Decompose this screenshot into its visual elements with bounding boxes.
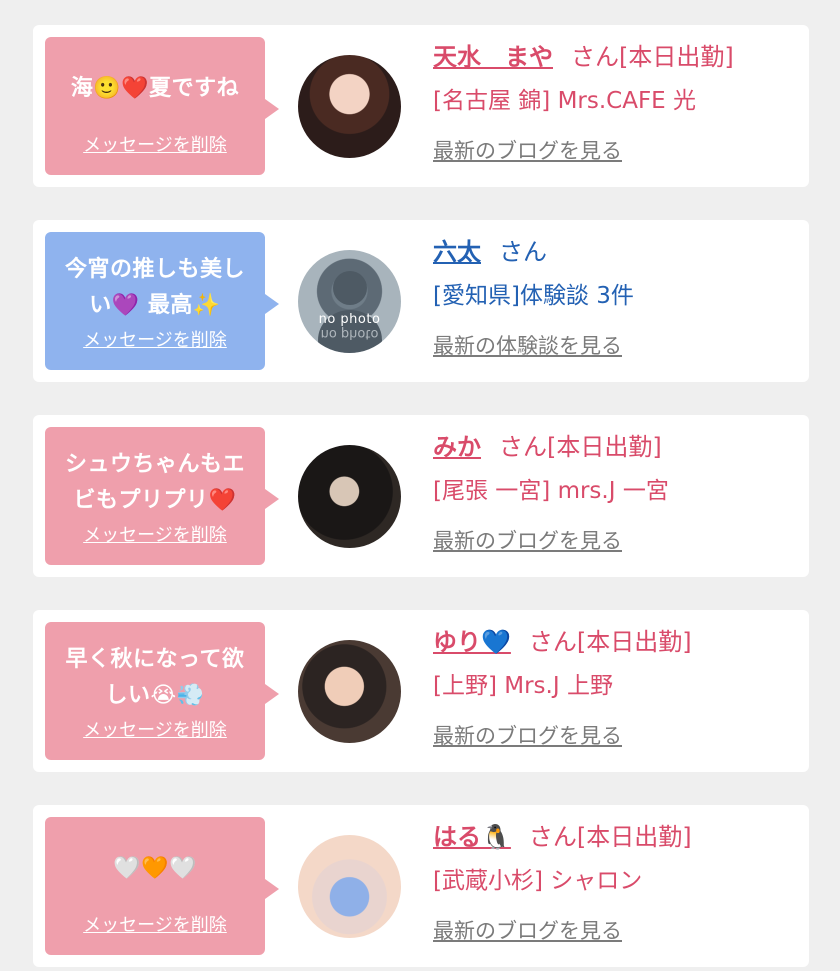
delete-message-link[interactable]: メッセージを削除	[45, 131, 265, 157]
message-text: 海🙂❤️夏ですね	[51, 71, 259, 107]
message-line: 🤍🧡🤍	[113, 856, 197, 881]
message-text: 今宵の推しも美し い💜 最高✨	[51, 252, 259, 324]
delete-message-link[interactable]: メッセージを削除	[45, 716, 265, 742]
latest-blog-link[interactable]: 最新のブログを見る	[433, 720, 799, 750]
avatar[interactable]	[298, 445, 401, 548]
area-review-count: [愛知県]体験談 3件	[433, 283, 634, 309]
message-card: 早く秋になって欲 しい😭💨 メッセージを削除 ゆり💙 さん[本日出勤] [上野] …	[33, 610, 809, 772]
profile-name-link[interactable]: 六太	[433, 238, 481, 266]
honorific-status: さん[本日出勤]	[571, 43, 734, 71]
name-line: 天水 まや さん[本日出勤]	[433, 35, 799, 79]
message-line: 今宵の推しも美し	[64, 257, 245, 282]
no-photo-reflection: no photo	[320, 326, 379, 341]
profile-info: 天水 まや さん[本日出勤] [名古屋 錦] Mrs.CAFE 光 最新のブログを…	[433, 35, 799, 165]
honorific-status: さん[本日出勤]	[528, 628, 692, 656]
avatar-no-photo[interactable]: no photo no photo	[298, 250, 401, 353]
message-list: 海🙂❤️夏ですね メッセージを削除 天水 まや さん[本日出勤] [名古屋 錦] …	[0, 0, 840, 971]
message-card: 海🙂❤️夏ですね メッセージを削除 天水 まや さん[本日出勤] [名古屋 錦] …	[33, 25, 809, 187]
profile-name-link[interactable]: はる🐧	[433, 823, 511, 851]
shop-label: [武蔵小杉] シャロン	[433, 868, 643, 894]
message-text: 早く秋になって欲 しい😭💨	[51, 642, 259, 714]
message-bubble: 今宵の推しも美し い💜 最高✨ メッセージを削除	[45, 232, 279, 370]
name-line: みか さん[本日出勤]	[433, 425, 799, 469]
message-bubble: 早く秋になって欲 しい😭💨 メッセージを削除	[45, 622, 279, 760]
avatar[interactable]	[298, 835, 401, 938]
avatar[interactable]	[298, 55, 401, 158]
latest-blog-link[interactable]: 最新のブログを見る	[433, 915, 799, 945]
profile-info: ゆり💙 さん[本日出勤] [上野] Mrs.J 上野 最新のブログを見る	[433, 620, 799, 750]
message-line: 早く秋になって欲	[65, 647, 245, 672]
no-photo-label: no photo	[318, 312, 381, 327]
profile-name-link[interactable]: みか	[433, 433, 481, 461]
profile-name-link[interactable]: ゆり💙	[433, 628, 511, 656]
message-card: 🤍🧡🤍 メッセージを削除 はる🐧 さん[本日出勤] [武蔵小杉] シャロン 最新の…	[33, 805, 809, 967]
message-line: シュウちゃんもエ	[64, 452, 245, 477]
name-line: はる🐧 さん[本日出勤]	[433, 815, 799, 859]
delete-message-link[interactable]: メッセージを削除	[45, 911, 265, 937]
avatar[interactable]	[298, 640, 401, 743]
profile-info: みか さん[本日出勤] [尾張 一宮] mrs.J 一宮 最新のブログを見る	[433, 425, 799, 555]
shop-label: [上野] Mrs.J 上野	[433, 673, 613, 699]
message-bubble: シュウちゃんもエ ビもプリプリ❤️ メッセージを削除	[45, 427, 279, 565]
latest-blog-link[interactable]: 最新のブログを見る	[433, 135, 799, 165]
profile-info: はる🐧 さん[本日出勤] [武蔵小杉] シャロン 最新のブログを見る	[433, 815, 799, 945]
message-line: い💜 最高✨	[89, 293, 221, 318]
honorific: さん	[499, 238, 547, 266]
profile-info: 六太 さん [愛知県]体験談 3件 最新の体験談を見る	[433, 230, 799, 360]
honorific-status: さん[本日出勤]	[499, 433, 662, 461]
message-line: 海🙂❤️夏ですね	[70, 76, 240, 101]
message-card: 今宵の推しも美し い💜 最高✨ メッセージを削除 no photo no pho…	[33, 220, 809, 382]
latest-review-link[interactable]: 最新の体験談を見る	[433, 330, 799, 360]
shop-label: [名古屋 錦] Mrs.CAFE 光	[433, 88, 697, 114]
message-card: シュウちゃんもエ ビもプリプリ❤️ メッセージを削除 みか さん[本日出勤] [尾…	[33, 415, 809, 577]
name-line: 六太 さん	[433, 230, 799, 274]
message-bubble: 海🙂❤️夏ですね メッセージを削除	[45, 37, 279, 175]
message-text: シュウちゃんもエ ビもプリプリ❤️	[51, 447, 259, 519]
message-bubble: 🤍🧡🤍 メッセージを削除	[45, 817, 279, 955]
message-line: しい😭💨	[105, 683, 205, 708]
delete-message-link[interactable]: メッセージを削除	[45, 521, 265, 547]
shop-label: [尾張 一宮] mrs.J 一宮	[433, 478, 669, 504]
message-line: ビもプリプリ❤️	[73, 488, 237, 513]
latest-blog-link[interactable]: 最新のブログを見る	[433, 525, 799, 555]
profile-name-link[interactable]: 天水 まや	[433, 43, 553, 71]
message-text: 🤍🧡🤍	[51, 851, 259, 887]
name-line: ゆり💙 さん[本日出勤]	[433, 620, 799, 664]
delete-message-link[interactable]: メッセージを削除	[45, 326, 265, 352]
honorific-status: さん[本日出勤]	[528, 823, 692, 851]
